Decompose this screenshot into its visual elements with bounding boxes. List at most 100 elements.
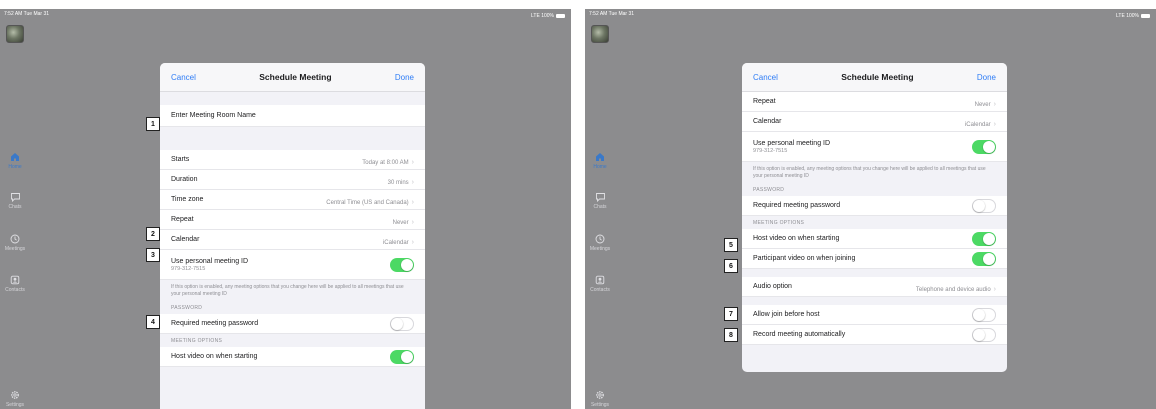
nav-home-label: Home <box>593 164 607 170</box>
cancel-button[interactable]: Cancel <box>171 73 196 82</box>
left-ipad-screen: 7:52 AM Tue Mar 31 LTE 100% Home Chats M… <box>0 9 571 409</box>
meeting-name-input[interactable]: Enter Meeting Room Name <box>160 105 425 127</box>
status-time: 7:52 AM Tue Mar 31 <box>589 11 635 17</box>
pmi-toggle[interactable] <box>972 139 996 154</box>
repeat-value: Never <box>974 101 991 108</box>
meeting-name-placeholder: Enter Meeting Room Name <box>171 112 256 119</box>
calendar-value: iCalendar <box>382 239 409 246</box>
calendar-label: Calendar <box>753 118 782 125</box>
status-bar: 7:52 AM Tue Mar 31 LTE 100% <box>589 11 1150 21</box>
host-video-row: Host video on when starting <box>160 347 425 367</box>
chat-icon <box>10 193 20 202</box>
participant-video-row: Participant video on when joining <box>742 249 1007 269</box>
status-indicators: LTE 100% <box>1116 11 1150 21</box>
pmi-toggle[interactable] <box>390 257 414 272</box>
host-video-toggle[interactable] <box>972 231 996 246</box>
host-video-toggle[interactable] <box>390 349 414 364</box>
duration-label: Duration <box>171 176 198 183</box>
duration-value: 30 mins <box>387 179 409 186</box>
password-row: Required meeting password <box>160 314 425 334</box>
cancel-button[interactable]: Cancel <box>753 73 778 82</box>
nav-chats[interactable]: Chats <box>0 192 30 210</box>
nav-contacts[interactable]: Contacts <box>585 275 615 293</box>
repeat-row[interactable]: Repeat Never › <box>160 210 425 230</box>
spacer <box>742 269 1007 277</box>
nav-settings[interactable]: Settings <box>0 390 30 408</box>
repeat-label: Repeat <box>171 216 194 223</box>
duration-row[interactable]: Duration 30 mins › <box>160 170 425 190</box>
status-time: 7:52 AM Tue Mar 31 <box>4 11 50 17</box>
schedule-meeting-dialog: Cancel Schedule Meeting Done Repeat Neve… <box>742 63 1007 372</box>
nav-settings-label: Settings <box>5 402 25 408</box>
clock-icon <box>10 234 20 244</box>
nav-meetings-label: Meetings <box>4 246 26 252</box>
audio-option-value: Telephone and device audio <box>915 286 991 293</box>
record-automatically-toggle[interactable] <box>972 327 996 342</box>
timezone-row[interactable]: Time zone Central Time (US and Canada) › <box>160 190 425 210</box>
meeting-options-section-header: MEETING OPTIONS <box>742 216 1007 229</box>
right-ipad-screen: 7:52 AM Tue Mar 31 LTE 100% Home Chats M… <box>585 9 1156 409</box>
dialog-header: Cancel Schedule Meeting Done <box>160 63 425 92</box>
join-before-host-row: Allow join before host <box>742 305 1007 325</box>
nav-settings[interactable]: Settings <box>585 390 615 408</box>
status-indicators: LTE 100% <box>531 11 565 21</box>
join-before-host-toggle[interactable] <box>972 307 996 322</box>
password-row: Required meeting password <box>742 196 1007 216</box>
gear-icon <box>11 391 19 399</box>
starts-label: Starts <box>171 156 190 163</box>
password-toggle[interactable] <box>972 198 996 213</box>
starts-row[interactable]: Starts Today at 8:00 AM › <box>160 150 425 170</box>
contacts-icon <box>10 275 20 285</box>
pmi-label: Use personal meeting ID <box>171 257 249 265</box>
audio-option-label: Audio option <box>753 283 792 290</box>
password-section-header: PASSWORD <box>742 183 1007 196</box>
starts-value: Today at 8:00 AM <box>362 159 409 166</box>
record-automatically-label: Record meeting automatically <box>753 331 846 338</box>
nav-meetings[interactable]: Meetings <box>585 234 615 252</box>
host-video-row: Host video on when starting <box>742 229 1007 249</box>
chat-icon <box>595 193 605 202</box>
avatar[interactable] <box>591 25 609 43</box>
password-label: Required meeting password <box>753 202 841 209</box>
join-before-host-label: Allow join before host <box>753 311 820 318</box>
battery-icon <box>1141 14 1150 18</box>
participant-video-toggle[interactable] <box>972 251 996 266</box>
done-button[interactable]: Done <box>977 73 996 82</box>
chevron-right-icon: › <box>993 100 996 108</box>
nav-meetings[interactable]: Meetings <box>0 234 30 252</box>
signal-text: LTE 100% <box>531 13 554 19</box>
dialog-header: Cancel Schedule Meeting Done <box>742 63 1007 92</box>
callout-badge: 6 <box>724 259 738 273</box>
timezone-value: Central Time (US and Canada) <box>326 199 409 206</box>
host-video-label: Host video on when starting <box>171 353 258 360</box>
nav-chats[interactable]: Chats <box>585 192 615 210</box>
battery-icon <box>556 14 565 18</box>
audio-option-row[interactable]: Audio option Telephone and device audio › <box>742 277 1007 297</box>
nav-contacts-label: Contacts <box>5 287 25 293</box>
avatar[interactable] <box>6 25 24 43</box>
clock-icon <box>595 234 605 244</box>
signal-text: LTE 100% <box>1116 13 1139 19</box>
callout-badge: 7 <box>724 307 738 321</box>
nav-home[interactable]: Home <box>585 152 615 170</box>
calendar-row[interactable]: Calendar iCalendar › <box>742 112 1007 132</box>
nav-contacts[interactable]: Contacts <box>0 275 30 293</box>
contacts-icon <box>595 275 605 285</box>
participant-video-label: Participant video on when joining <box>753 255 856 262</box>
calendar-row[interactable]: Calendar iCalendar › <box>160 230 425 250</box>
host-video-label: Host video on when starting <box>753 235 840 242</box>
nav-meetings-label: Meetings <box>589 246 611 252</box>
pmi-label: Use personal meeting ID <box>753 139 831 147</box>
repeat-row[interactable]: Repeat Never › <box>742 92 1007 112</box>
personal-meeting-id-row: Use personal meeting ID 979-312-7515 <box>160 250 425 280</box>
password-label: Required meeting password <box>171 320 259 327</box>
password-toggle[interactable] <box>390 316 414 331</box>
done-button[interactable]: Done <box>395 73 414 82</box>
spacer <box>160 92 425 105</box>
nav-home[interactable]: Home <box>0 152 30 170</box>
chevron-right-icon: › <box>993 120 996 128</box>
nav-home-label: Home <box>8 164 22 170</box>
timezone-label: Time zone <box>171 196 204 203</box>
nav-contacts-label: Contacts <box>590 287 610 293</box>
gear-icon <box>596 391 604 399</box>
